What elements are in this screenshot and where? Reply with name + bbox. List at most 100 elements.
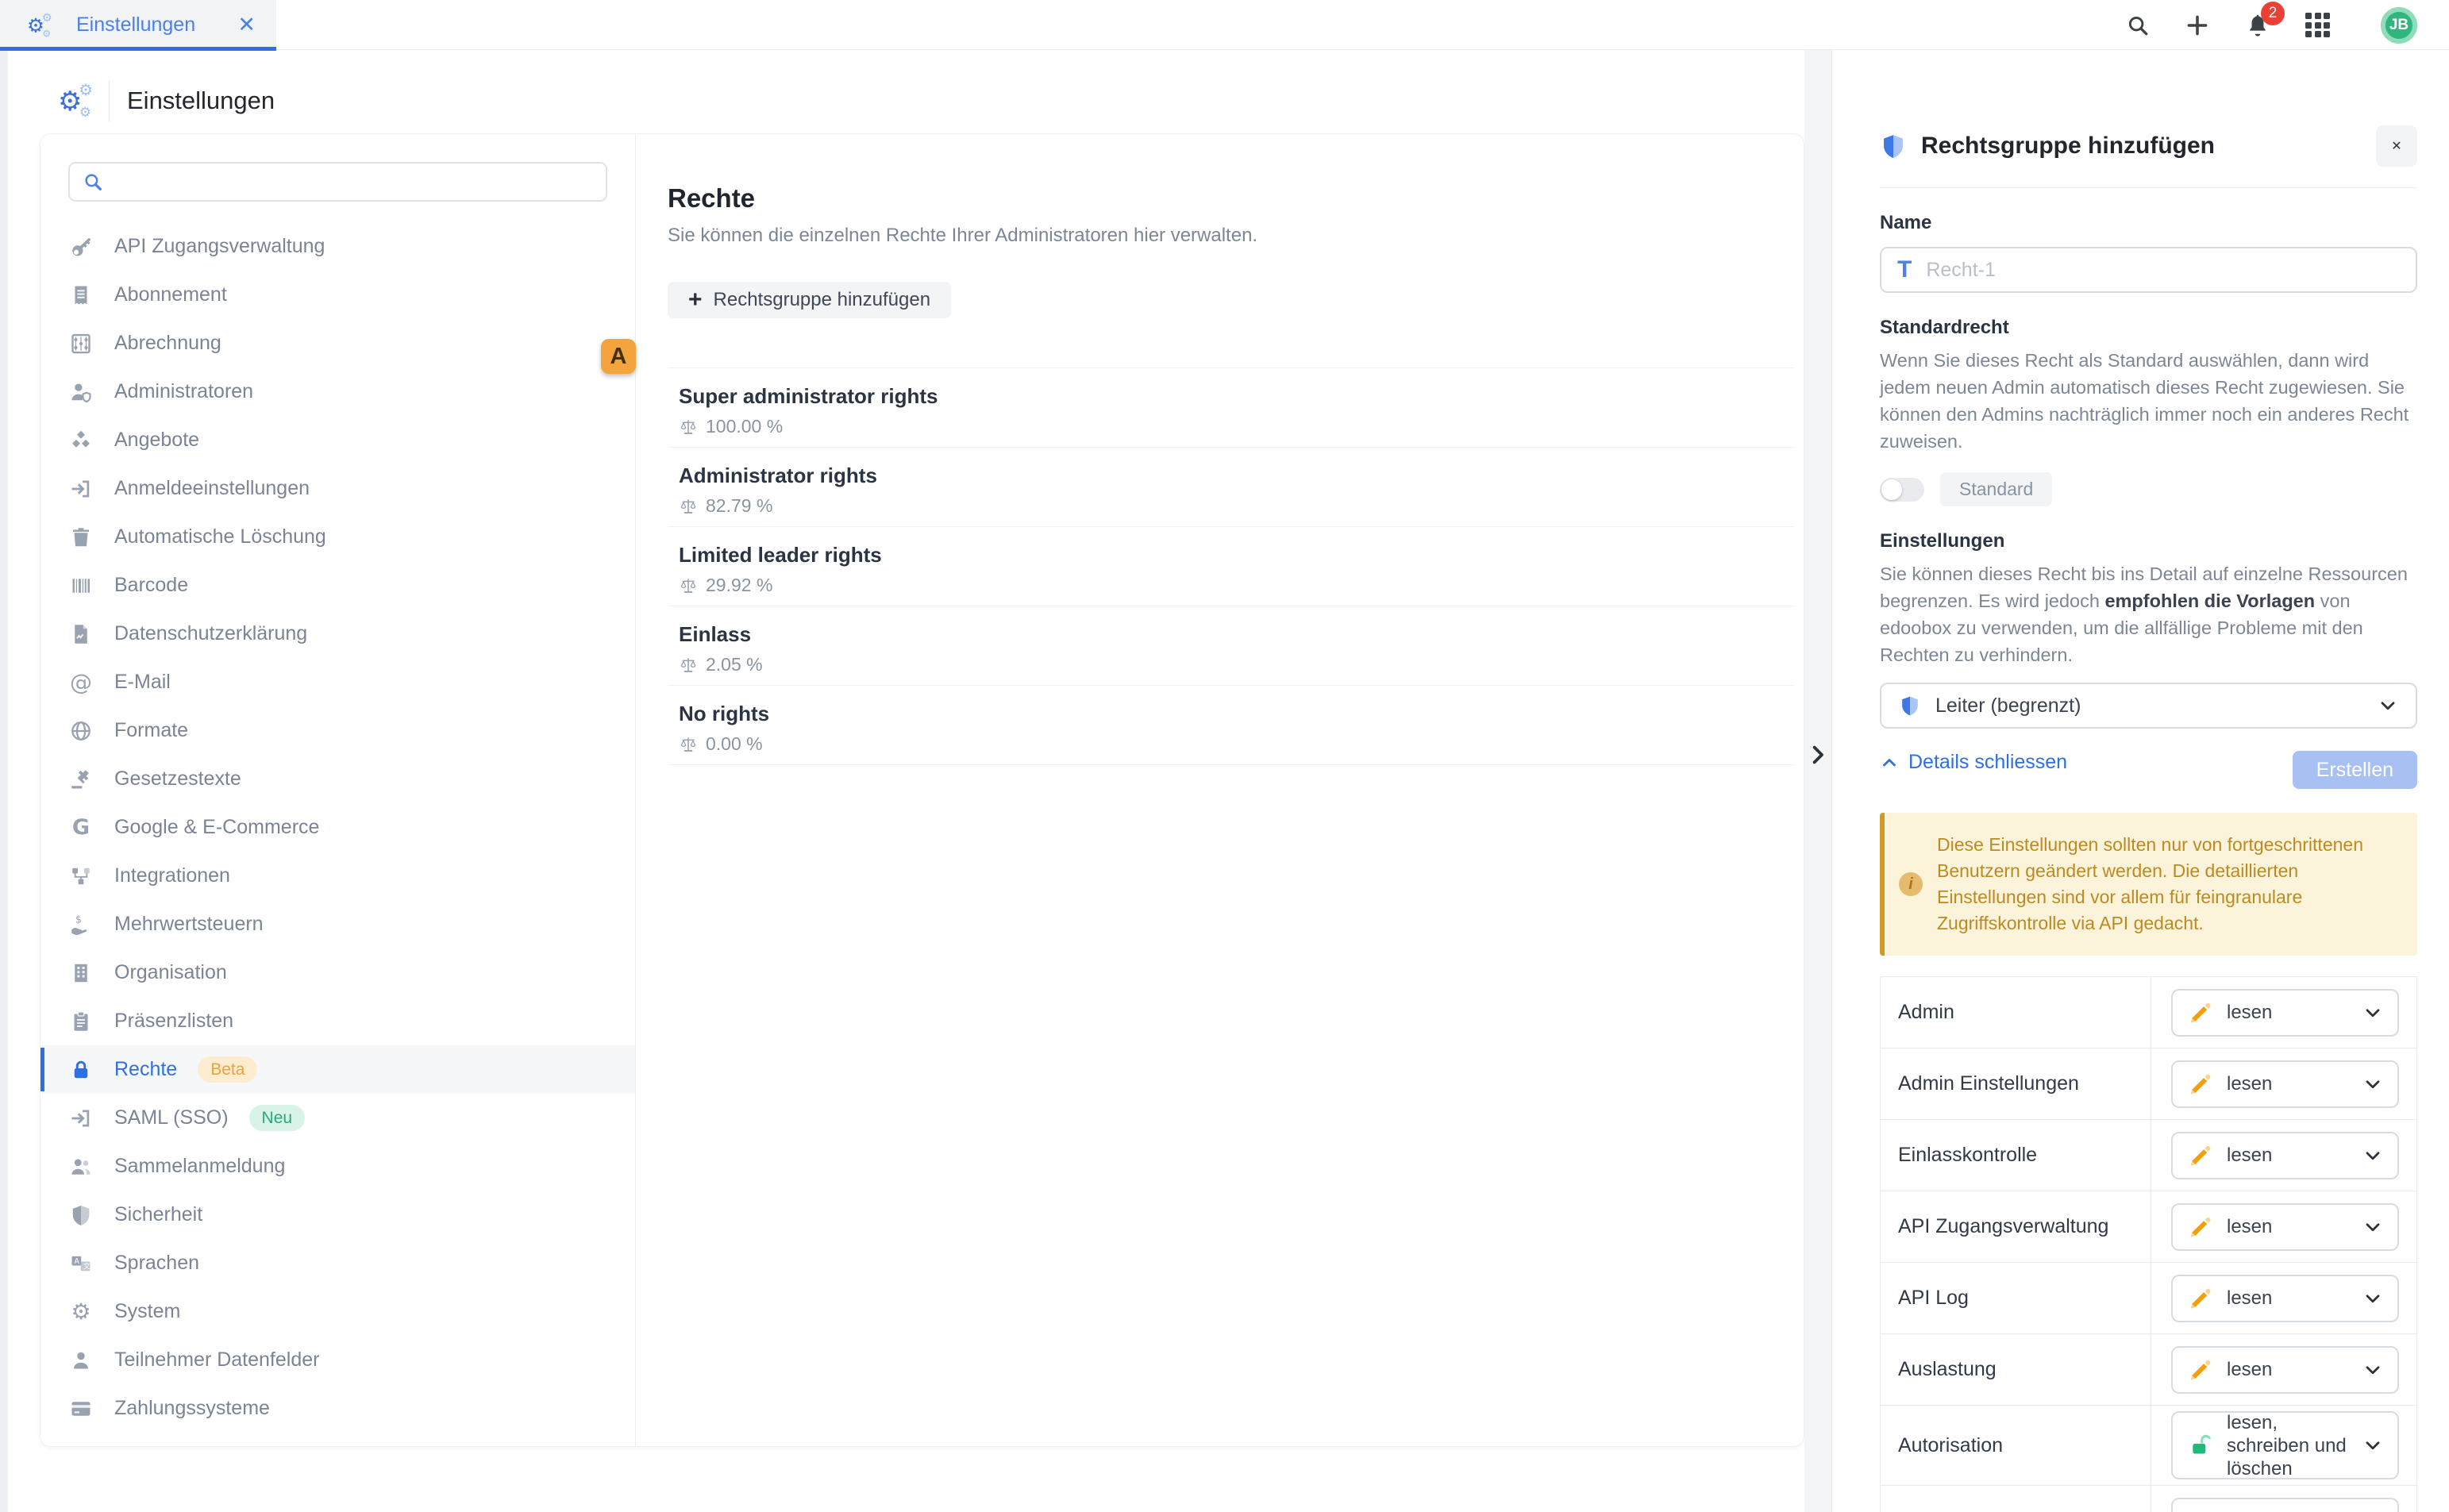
add-rights-group-button[interactable]: + Rechtsgruppe hinzufügen [668, 282, 951, 318]
plus-icon: + [688, 288, 703, 312]
rights-group-row[interactable]: Administrator rights 82.79 % [668, 448, 1794, 527]
template-select[interactable]: Leiter (begrenzt) [1880, 683, 2417, 729]
sidebar-item[interactable]: Integrationen [40, 852, 635, 900]
sidebar-item-icon [68, 331, 94, 356]
settings-description: Sie können dieses Recht bis ins Detail a… [1880, 560, 2417, 668]
standard-toggle[interactable] [1880, 478, 1924, 502]
panel-collapse-rail[interactable] [1804, 50, 1831, 1512]
sidebar-item[interactable]: Präsenzlisten [40, 997, 635, 1045]
rights-group-row[interactable]: Einlass 2.05 % [668, 606, 1794, 686]
content-subheading: Sie können die einzelnen Rechte Ihrer Ad… [668, 225, 1794, 247]
sidebar-item[interactable]: Datenschutzerklärung [40, 610, 635, 658]
sidebar-item[interactable]: Teilnehmer Datenfelder [40, 1336, 635, 1384]
sidebar-item[interactable]: $ Mehrwertsteuern [40, 900, 635, 948]
sidebar-item-icon [68, 1009, 94, 1034]
search-icon[interactable] [2126, 13, 2150, 37]
permission-select[interactable]: lesen [2171, 1498, 2399, 1512]
rights-group-row[interactable]: Limited leader rights 29.92 % [668, 527, 1794, 606]
permission-row: API Zugangsverwaltung lesen [1881, 1191, 2416, 1263]
chevron-down-icon [2362, 1074, 2383, 1095]
permission-select[interactable]: lesen [2171, 1275, 2399, 1322]
permission-select[interactable]: lesen [2171, 1203, 2399, 1251]
rights-group-row[interactable]: No rights 0.00 % [668, 686, 1794, 765]
info-icon: i [1899, 872, 1923, 896]
shield-blue-icon [1899, 694, 1921, 717]
tab-close-icon[interactable]: ✕ [237, 13, 256, 37]
settings-sidebar: API Zugangsverwaltung Abonnement Abrechn… [40, 134, 636, 1446]
sidebar-search[interactable] [68, 162, 607, 202]
details-toggle-link[interactable]: Details schliessen [1880, 751, 2067, 774]
sidebar-item[interactable]: Anmeldeeinstellungen [40, 464, 635, 513]
sidebar-item[interactable]: Formate [40, 706, 635, 755]
permission-select[interactable]: lesen [2171, 1346, 2399, 1394]
sidebar-item-label: Teilnehmer Datenfelder [114, 1348, 319, 1372]
permission-select[interactable]: lesen, schreiben und löschen [2171, 1411, 2399, 1479]
rights-group-row[interactable]: Super administrator rights 100.00 % [668, 368, 1794, 448]
sidebar-search-input[interactable] [113, 171, 593, 193]
svg-text:A: A [75, 1256, 80, 1265]
add-icon[interactable] [2185, 13, 2210, 38]
sidebar-item-label: Zahlungssysteme [114, 1397, 270, 1420]
sidebar-item[interactable]: Administratoren [40, 367, 635, 416]
advanced-warning: i Diese Einstellungen sollten nur von fo… [1880, 813, 2417, 956]
sidebar-item[interactable]: Angebote [40, 416, 635, 464]
name-field[interactable] [1926, 259, 2400, 282]
avatar[interactable]: JB [2381, 7, 2417, 44]
sidebar-item[interactable]: Rechte Beta [40, 1045, 635, 1094]
sidebar-item-label: Präsenzlisten [114, 1010, 233, 1033]
permission-value: lesen [2227, 1287, 2350, 1310]
scale-icon [679, 656, 698, 675]
notifications-bell-icon[interactable]: 2 [2245, 13, 2270, 38]
sidebar-item[interactable]: Automatische Löschung [40, 513, 635, 561]
rights-content: A Rechte Sie können die einzelnen Rechte… [636, 134, 1804, 1446]
standard-chip: Standard [1940, 472, 2052, 506]
permission-value: lesen [2227, 1001, 2350, 1024]
sidebar-item[interactable]: Abrechnung [40, 319, 635, 367]
sidebar-item[interactable]: Sammelanmeldung [40, 1142, 635, 1191]
sidebar-item[interactable]: A文 Sprachen [40, 1239, 635, 1287]
sidebar-item-label: Gesetzestexte [114, 768, 241, 791]
permission-level-icon [2187, 1432, 2214, 1459]
sidebar-item[interactable]: @ E-Mail [40, 658, 635, 706]
permission-value: lesen [2227, 1144, 2350, 1167]
sidebar-item[interactable]: Organisation [40, 948, 635, 997]
sidebar-item[interactable]: Sicherheit [40, 1191, 635, 1239]
scale-icon [679, 417, 698, 437]
sidebar-item[interactable]: Abonnement [40, 271, 635, 319]
sidebar-item[interactable]: Gesetzestexte [40, 755, 635, 803]
sidebar-item[interactable]: SAML (SSO) Neu [40, 1094, 635, 1142]
name-label: Name [1880, 212, 2417, 234]
settings-gears-icon: ⚙⚙⚙ [27, 13, 52, 37]
permission-resource-label: Autorisation [1881, 1406, 2151, 1485]
sidebar-item-icon [68, 864, 94, 889]
content-heading: Rechte [668, 183, 1794, 214]
permission-value: lesen [2227, 1215, 2350, 1238]
sidebar-item[interactable]: API Zugangsverwaltung [40, 222, 635, 271]
rights-group-name: Limited leader rights [679, 543, 1794, 567]
apps-grid-icon[interactable] [2305, 13, 2330, 37]
permission-select[interactable]: lesen [2171, 989, 2399, 1037]
chevron-down-icon [2362, 1288, 2383, 1309]
chevron-right-icon[interactable] [1806, 743, 1830, 767]
sidebar-item-label: Anmeldeeinstellungen [114, 477, 310, 500]
tab-einstellungen[interactable]: ⚙⚙⚙ Einstellungen ✕ [0, 0, 276, 50]
panel-title: Rechtsgruppe hinzufügen [1921, 133, 2362, 160]
rights-group-name: No rights [679, 702, 1794, 726]
sidebar-item-icon [68, 1106, 94, 1131]
permission-select[interactable]: lesen [2171, 1132, 2399, 1179]
close-icon[interactable]: ✕ [2376, 125, 2417, 167]
create-button[interactable]: Erstellen [2293, 751, 2417, 789]
permission-row: Autorisation lesen, schreiben und lösche… [1881, 1406, 2416, 1486]
sidebar-item[interactable]: Barcode [40, 561, 635, 610]
sidebar-item[interactable]: Zahlungssysteme [40, 1384, 635, 1433]
sidebar-item[interactable]: ⚙ System [40, 1287, 635, 1336]
permission-select[interactable]: lesen [2171, 1060, 2399, 1108]
main-stage: ⚙⚙⚙ Einstellungen API Zugangsverwaltung [0, 50, 2449, 1512]
permission-value: lesen, schreiben und löschen [2227, 1411, 2350, 1480]
sidebar-item-icon [68, 1202, 94, 1228]
chevron-up-icon [1880, 753, 1899, 772]
permission-row: API Log lesen [1881, 1263, 2416, 1334]
sidebar-item-label: Abonnement [114, 283, 227, 306]
sidebar-item-icon: @ [68, 670, 94, 695]
sidebar-item[interactable]: G Google & E-Commerce [40, 803, 635, 852]
